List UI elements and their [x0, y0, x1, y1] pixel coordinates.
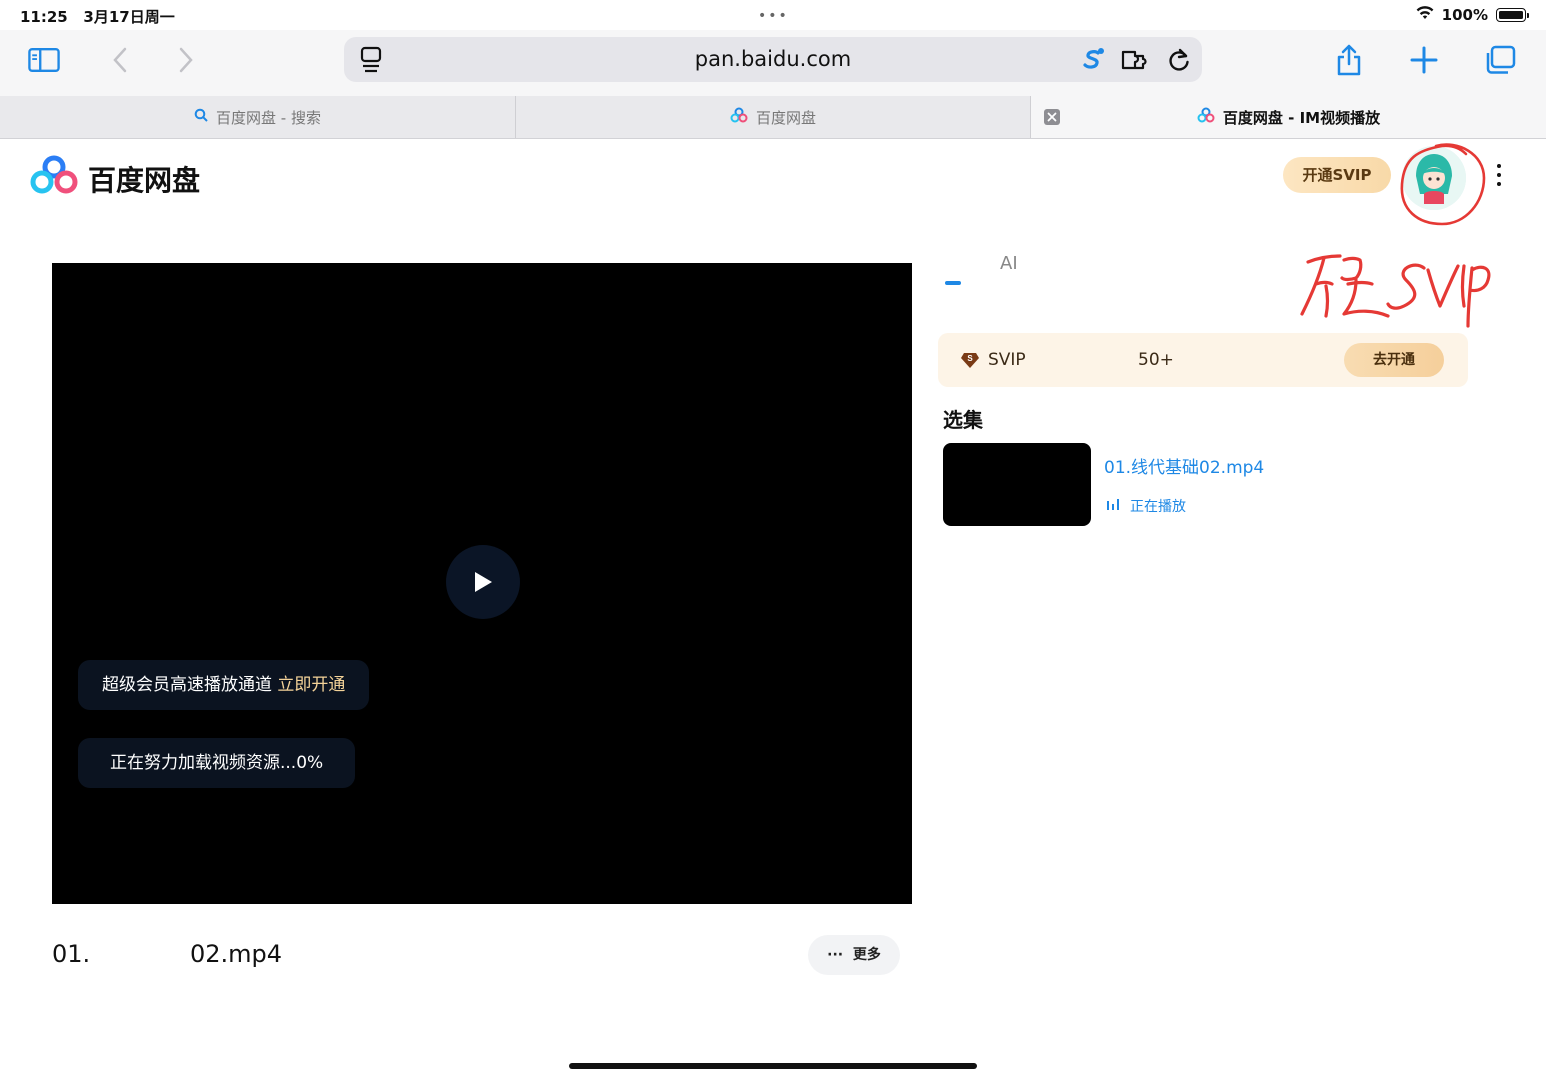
- more-button[interactable]: ··· 更多: [808, 935, 900, 975]
- status-bar-right: 100%: [1416, 6, 1529, 24]
- reload-icon[interactable]: [1163, 44, 1195, 76]
- promo-text: 超级会员高速播放通道: [102, 675, 272, 695]
- multitask-dots[interactable]: •••: [758, 8, 789, 24]
- video-title-suffix: 02.mp4: [190, 940, 283, 968]
- new-tab-icon[interactable]: [1408, 44, 1440, 76]
- go-activate-button[interactable]: 去开通: [1344, 343, 1444, 377]
- red-circle-annotation: [1396, 140, 1492, 236]
- svip-card-count: 50+: [1138, 350, 1174, 370]
- battery-icon: [1496, 8, 1529, 22]
- play-button[interactable]: [446, 545, 520, 619]
- episode-section-title: 选集: [943, 408, 983, 432]
- status-bar-time: 11:25 3月17日周一: [20, 6, 175, 27]
- sidebar-toggle-icon[interactable]: [28, 44, 60, 76]
- more-options-icon[interactable]: [1490, 160, 1508, 190]
- tab-im-video-label: 百度网盘 - IM视频播放: [1222, 108, 1381, 127]
- tab-search-label: 百度网盘 - 搜索: [216, 108, 321, 127]
- episode-name[interactable]: 01.线代基础02.mp4: [1104, 453, 1264, 478]
- tab-im-video[interactable]: 百度网盘 - IM视频播放: [1031, 96, 1546, 138]
- more-label: 更多: [852, 947, 881, 963]
- play-icon: [475, 572, 492, 592]
- wifi-icon: [1416, 6, 1434, 24]
- tab-baidu-pan-label: 百度网盘: [755, 108, 816, 127]
- equalizer-icon: [1106, 498, 1120, 514]
- promo-link[interactable]: 立即开通: [277, 675, 345, 695]
- episode-thumbnail[interactable]: [943, 443, 1091, 526]
- extension-icon[interactable]: [1076, 44, 1108, 76]
- baidu-pan-logo[interactable]: 百度网盘: [30, 155, 200, 202]
- url-text[interactable]: pan.baidu.com: [344, 37, 1202, 82]
- status-time: 11:25: [20, 8, 68, 26]
- home-indicator[interactable]: [569, 1063, 977, 1069]
- tab-close-icon[interactable]: [1044, 109, 1060, 129]
- share-icon[interactable]: [1333, 44, 1365, 76]
- video-title-prefix: 01.: [52, 940, 91, 968]
- logo-text: 百度网盘: [88, 163, 201, 197]
- back-icon[interactable]: [104, 44, 136, 76]
- status-date: 3月17日周一: [83, 8, 175, 26]
- now-playing-label: 正在播放: [1130, 499, 1186, 515]
- episode-status: 正在播放: [1106, 496, 1186, 516]
- ellipsis-icon: ···: [827, 947, 844, 963]
- tab-baidu-pan[interactable]: 百度网盘: [516, 96, 1030, 138]
- svip-card-label: SVIP: [988, 350, 1026, 370]
- baidu-pan-favicon-icon: [730, 107, 748, 127]
- svip-promo-banner[interactable]: 超级会员高速播放通道 立即开通: [78, 660, 370, 710]
- tab-overview-icon[interactable]: [1484, 44, 1516, 76]
- tab-indicator: [945, 281, 961, 285]
- search-icon: [194, 108, 208, 126]
- baidu-pan-logo-icon: [30, 155, 78, 202]
- svip-diamond-icon: S: [960, 350, 980, 374]
- tab-search[interactable]: 百度网盘 - 搜索: [0, 96, 515, 138]
- svg-text:S: S: [967, 354, 973, 363]
- tab-ai[interactable]: AI: [1000, 253, 1018, 274]
- loading-status: 正在努力加载视频资源...0%: [78, 738, 356, 788]
- forward-icon[interactable]: [170, 44, 202, 76]
- handwritten-annotation: [1296, 240, 1496, 334]
- baidu-pan-favicon-icon: [1197, 107, 1215, 127]
- battery-percent: 100%: [1441, 6, 1488, 24]
- open-svip-button[interactable]: 开通SVIP: [1283, 157, 1391, 193]
- extension-puzzle-icon[interactable]: [1119, 44, 1151, 76]
